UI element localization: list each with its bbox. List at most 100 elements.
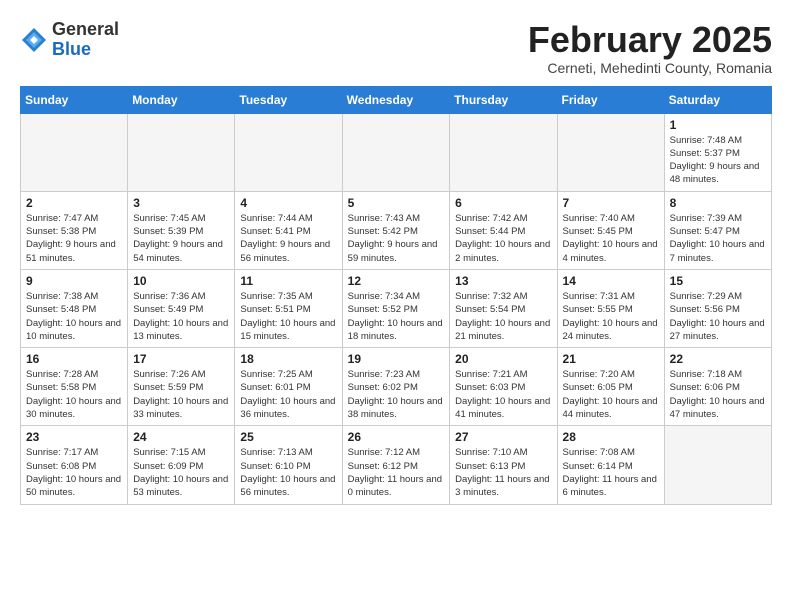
calendar-day: 14Sunrise: 7:31 AM Sunset: 5:55 PM Dayli… — [557, 269, 664, 347]
day-number: 26 — [348, 430, 445, 444]
day-info: Sunrise: 7:12 AM Sunset: 6:12 PM Dayligh… — [348, 446, 445, 499]
day-number: 17 — [133, 352, 229, 366]
calendar-day — [450, 113, 557, 191]
calendar-day: 9 Sunrise: 7:38 AM Sunset: 5:48 PM Daylig… — [21, 269, 128, 347]
day-number: 5 — [348, 196, 445, 210]
calendar-day: 25 Sunrise: 7:13 AM Sunset: 6:10 PM Dayli… — [235, 426, 342, 504]
calendar-day: 7 Sunrise: 7:40 AM Sunset: 5:45 PM Daylig… — [557, 191, 664, 269]
day-number: 27 — [455, 430, 551, 444]
day-info: Sunrise: 7:43 AM Sunset: 5:42 PM Dayligh… — [348, 212, 445, 265]
day-number: 12 — [348, 274, 445, 288]
day-number: 20 — [455, 352, 551, 366]
weekday-header-wednesday: Wednesday — [342, 86, 450, 113]
day-info: Sunrise: 7:40 AM Sunset: 5:45 PM Dayligh… — [563, 212, 659, 265]
day-number: 7 — [563, 196, 659, 210]
day-info: Sunrise: 7:25 AM Sunset: 6:01 PM Dayligh… — [240, 368, 336, 421]
calendar-week-row: 1 Sunrise: 7:48 AM Sunset: 5:37 PM Daylig… — [21, 113, 772, 191]
calendar-day: 15Sunrise: 7:29 AM Sunset: 5:56 PM Dayli… — [664, 269, 771, 347]
day-number: 18 — [240, 352, 336, 366]
day-number: 3 — [133, 196, 229, 210]
calendar-week-row: 23 Sunrise: 7:17 AM Sunset: 6:08 PM Dayli… — [21, 426, 772, 504]
day-info: Sunrise: 7:26 AM Sunset: 5:59 PM Dayligh… — [133, 368, 229, 421]
day-number: 8 — [670, 196, 766, 210]
day-number: 22 — [670, 352, 766, 366]
day-number: 16 — [26, 352, 122, 366]
calendar-day — [342, 113, 450, 191]
day-info: Sunrise: 7:28 AM Sunset: 5:58 PM Dayligh… — [26, 368, 122, 421]
day-info: Sunrise: 7:39 AM Sunset: 5:47 PM Dayligh… — [670, 212, 766, 265]
day-info: Sunrise: 7:35 AM Sunset: 5:51 PM Dayligh… — [240, 290, 336, 343]
day-number: 23 — [26, 430, 122, 444]
logo-icon — [20, 26, 48, 54]
day-number: 6 — [455, 196, 551, 210]
day-info: Sunrise: 7:44 AM Sunset: 5:41 PM Dayligh… — [240, 212, 336, 265]
day-info: Sunrise: 7:08 AM Sunset: 6:14 PM Dayligh… — [563, 446, 659, 499]
calendar-day — [557, 113, 664, 191]
day-info: Sunrise: 7:32 AM Sunset: 5:54 PM Dayligh… — [455, 290, 551, 343]
day-info: Sunrise: 7:18 AM Sunset: 6:06 PM Dayligh… — [670, 368, 766, 421]
day-number: 19 — [348, 352, 445, 366]
day-number: 13 — [455, 274, 551, 288]
day-info: Sunrise: 7:10 AM Sunset: 6:13 PM Dayligh… — [455, 446, 551, 499]
day-info: Sunrise: 7:13 AM Sunset: 6:10 PM Dayligh… — [240, 446, 336, 499]
weekday-header-tuesday: Tuesday — [235, 86, 342, 113]
day-info: Sunrise: 7:36 AM Sunset: 5:49 PM Dayligh… — [133, 290, 229, 343]
day-number: 4 — [240, 196, 336, 210]
calendar-week-row: 2Sunrise: 7:47 AM Sunset: 5:38 PM Daylig… — [21, 191, 772, 269]
calendar-day: 1 Sunrise: 7:48 AM Sunset: 5:37 PM Daylig… — [664, 113, 771, 191]
title-area: February 2025 Cerneti, Mehedinti County,… — [528, 20, 772, 76]
calendar-day: 13 Sunrise: 7:32 AM Sunset: 5:54 PM Dayli… — [450, 269, 557, 347]
calendar-week-row: 16 Sunrise: 7:28 AM Sunset: 5:58 PM Dayli… — [21, 348, 772, 426]
day-number: 24 — [133, 430, 229, 444]
calendar-day: 27 Sunrise: 7:10 AM Sunset: 6:13 PM Dayli… — [450, 426, 557, 504]
day-number: 28 — [563, 430, 659, 444]
calendar-day: 21Sunrise: 7:20 AM Sunset: 6:05 PM Dayli… — [557, 348, 664, 426]
calendar-day: 19 Sunrise: 7:23 AM Sunset: 6:02 PM Dayli… — [342, 348, 450, 426]
calendar-day: 26 Sunrise: 7:12 AM Sunset: 6:12 PM Dayli… — [342, 426, 450, 504]
weekday-header-sunday: Sunday — [21, 86, 128, 113]
calendar-day: 22 Sunrise: 7:18 AM Sunset: 6:06 PM Dayli… — [664, 348, 771, 426]
calendar-day: 16 Sunrise: 7:28 AM Sunset: 5:58 PM Dayli… — [21, 348, 128, 426]
logo: General Blue — [20, 20, 119, 60]
calendar-day: 11 Sunrise: 7:35 AM Sunset: 5:51 PM Dayli… — [235, 269, 342, 347]
day-info: Sunrise: 7:34 AM Sunset: 5:52 PM Dayligh… — [348, 290, 445, 343]
calendar-day: 20 Sunrise: 7:21 AM Sunset: 6:03 PM Dayli… — [450, 348, 557, 426]
weekday-header-thursday: Thursday — [450, 86, 557, 113]
day-info: Sunrise: 7:45 AM Sunset: 5:39 PM Dayligh… — [133, 212, 229, 265]
calendar-day — [235, 113, 342, 191]
month-title: February 2025 — [528, 20, 772, 60]
calendar-day: 10 Sunrise: 7:36 AM Sunset: 5:49 PM Dayli… — [128, 269, 235, 347]
day-number: 15 — [670, 274, 766, 288]
day-info: Sunrise: 7:17 AM Sunset: 6:08 PM Dayligh… — [26, 446, 122, 499]
day-number: 1 — [670, 118, 766, 132]
weekday-header-monday: Monday — [128, 86, 235, 113]
day-info: Sunrise: 7:20 AM Sunset: 6:05 PM Dayligh… — [563, 368, 659, 421]
calendar-day: 4 Sunrise: 7:44 AM Sunset: 5:41 PM Daylig… — [235, 191, 342, 269]
day-info: Sunrise: 7:21 AM Sunset: 6:03 PM Dayligh… — [455, 368, 551, 421]
day-info: Sunrise: 7:48 AM Sunset: 5:37 PM Dayligh… — [670, 134, 766, 187]
calendar-day: 2Sunrise: 7:47 AM Sunset: 5:38 PM Daylig… — [21, 191, 128, 269]
day-info: Sunrise: 7:38 AM Sunset: 5:48 PM Dayligh… — [26, 290, 122, 343]
page-header: General Blue February 2025 Cerneti, Mehe… — [20, 20, 772, 76]
weekday-header-saturday: Saturday — [664, 86, 771, 113]
calendar-week-row: 9 Sunrise: 7:38 AM Sunset: 5:48 PM Daylig… — [21, 269, 772, 347]
calendar-day: 6Sunrise: 7:42 AM Sunset: 5:44 PM Daylig… — [450, 191, 557, 269]
day-number: 25 — [240, 430, 336, 444]
calendar-day: 3 Sunrise: 7:45 AM Sunset: 5:39 PM Daylig… — [128, 191, 235, 269]
weekday-header-row: SundayMondayTuesdayWednesdayThursdayFrid… — [21, 86, 772, 113]
day-info: Sunrise: 7:15 AM Sunset: 6:09 PM Dayligh… — [133, 446, 229, 499]
weekday-header-friday: Friday — [557, 86, 664, 113]
calendar-day — [664, 426, 771, 504]
day-info: Sunrise: 7:23 AM Sunset: 6:02 PM Dayligh… — [348, 368, 445, 421]
day-number: 14 — [563, 274, 659, 288]
calendar-day: 28 Sunrise: 7:08 AM Sunset: 6:14 PM Dayli… — [557, 426, 664, 504]
calendar-day — [21, 113, 128, 191]
day-number: 10 — [133, 274, 229, 288]
day-number: 2 — [26, 196, 122, 210]
day-number: 9 — [26, 274, 122, 288]
day-number: 11 — [240, 274, 336, 288]
calendar-day: 24 Sunrise: 7:15 AM Sunset: 6:09 PM Dayli… — [128, 426, 235, 504]
calendar-day: 18 Sunrise: 7:25 AM Sunset: 6:01 PM Dayli… — [235, 348, 342, 426]
calendar-day — [128, 113, 235, 191]
location-subtitle: Cerneti, Mehedinti County, Romania — [528, 60, 772, 76]
